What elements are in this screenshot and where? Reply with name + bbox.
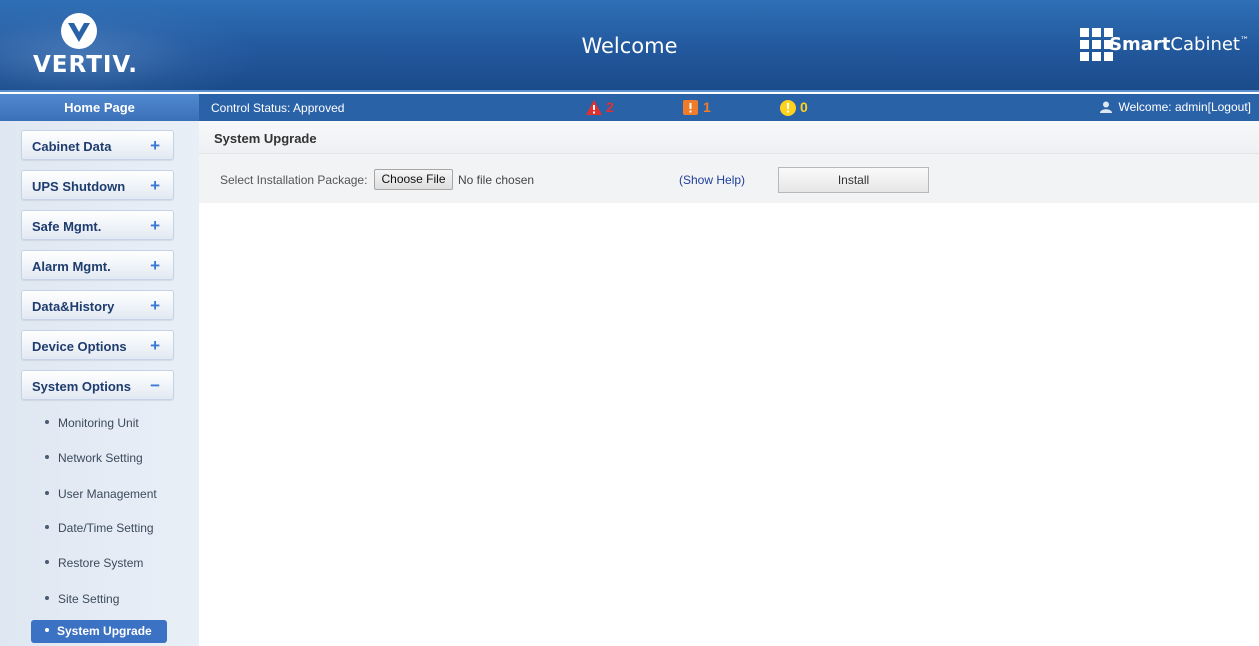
menu-label: Device Options [32, 339, 127, 354]
menu-label: Safe Mgmt. [32, 219, 102, 234]
expand-icon: + [150, 336, 160, 355]
user-welcome-text: Welcome: admin[Logout] [1118, 100, 1251, 114]
sub-item-label: Site Setting [58, 592, 120, 606]
expand-icon: + [150, 296, 160, 315]
expand-icon: + [150, 216, 160, 235]
collapse-icon: − [150, 376, 160, 395]
brand-trademark: ™ [1240, 36, 1249, 46]
sub-item-label: Date/Time Setting [58, 521, 154, 535]
expand-icon: + [150, 256, 160, 275]
menu-alarm-mgmt[interactable]: Alarm Mgmt. + [21, 250, 174, 280]
sub-item-system-upgrade[interactable]: System Upgrade [31, 620, 167, 643]
minor-alarm-number: 0 [800, 99, 808, 115]
bullet-icon [45, 596, 49, 600]
status-bar: Home Page Control Status: Approved 2 1 0… [0, 94, 1259, 121]
header-banner: VERTIV. Welcome SmartCabinet™ [0, 0, 1259, 92]
home-page-tab[interactable]: Home Page [0, 94, 199, 121]
bullet-icon [45, 525, 49, 529]
critical-alarm-icon [586, 100, 602, 115]
section-title: System Upgrade [214, 131, 317, 146]
menu-cabinet-data[interactable]: Cabinet Data + [21, 130, 174, 160]
major-alarm-number: 1 [703, 99, 711, 115]
sub-item-date-time-setting[interactable]: Date/Time Setting [45, 521, 154, 535]
bullet-icon [45, 420, 49, 424]
bullet-icon [45, 560, 49, 564]
menu-safe-mgmt[interactable]: Safe Mgmt. + [21, 210, 174, 240]
sub-item-label: Monitoring Unit [58, 416, 139, 430]
sub-item-label: User Management [58, 487, 157, 501]
menu-label: UPS Shutdown [32, 179, 126, 194]
sub-item-label: Restore System [58, 556, 144, 570]
sub-item-site-setting[interactable]: Site Setting [45, 592, 119, 606]
package-label: Select Installation Package: [220, 173, 368, 187]
menu-label: Alarm Mgmt. [32, 259, 111, 274]
menu-data-history[interactable]: Data&History + [21, 290, 174, 320]
sub-item-monitoring-unit[interactable]: Monitoring Unit [45, 416, 139, 430]
menu-label: Cabinet Data [32, 139, 112, 154]
bullet-icon [45, 628, 49, 632]
install-button[interactable]: Install [778, 167, 929, 193]
menu-label: System Options [32, 379, 131, 394]
critical-alarm-number: 2 [606, 99, 614, 115]
user-welcome-logout[interactable]: Welcome: admin[Logout] [1100, 100, 1251, 114]
menu-ups-shutdown[interactable]: UPS Shutdown + [21, 170, 174, 200]
show-help-link[interactable]: (Show Help) [679, 173, 745, 187]
choose-file-button[interactable]: Choose File [374, 169, 453, 190]
menu-system-options[interactable]: System Options − [21, 370, 174, 400]
brand-smart: Smart [1109, 34, 1171, 55]
sub-item-label: Network Setting [58, 451, 143, 465]
grid-logo-icon [1080, 28, 1113, 61]
expand-icon: + [150, 136, 160, 155]
main-content: System Upgrade Select Installation Packa… [199, 121, 1259, 646]
sub-item-label: System Upgrade [57, 624, 152, 638]
bullet-icon [45, 491, 49, 495]
sub-item-network-setting[interactable]: Network Setting [45, 451, 143, 465]
expand-icon: + [150, 176, 160, 195]
user-icon [1100, 101, 1113, 113]
page-title: Welcome [581, 34, 678, 58]
upgrade-form-row: Select Installation Package: Choose File… [199, 154, 1259, 203]
major-alarm-icon [683, 100, 698, 115]
section-header: System Upgrade [199, 121, 1259, 154]
menu-device-options[interactable]: Device Options + [21, 330, 174, 360]
control-status: Control Status: Approved [211, 101, 345, 115]
smartcabinet-brand: SmartCabinet™ [1074, 28, 1249, 61]
sub-item-restore-system[interactable]: Restore System [45, 556, 143, 570]
sub-item-user-management[interactable]: User Management [45, 487, 157, 501]
minor-alarm-icon [780, 100, 796, 116]
file-status: No file chosen [458, 173, 535, 187]
menu-label: Data&History [32, 299, 115, 314]
sidebar: Cabinet Data + UPS Shutdown + Safe Mgmt.… [0, 121, 199, 646]
brand-cabinet: Cabinet [1170, 34, 1240, 55]
bullet-icon [45, 455, 49, 459]
